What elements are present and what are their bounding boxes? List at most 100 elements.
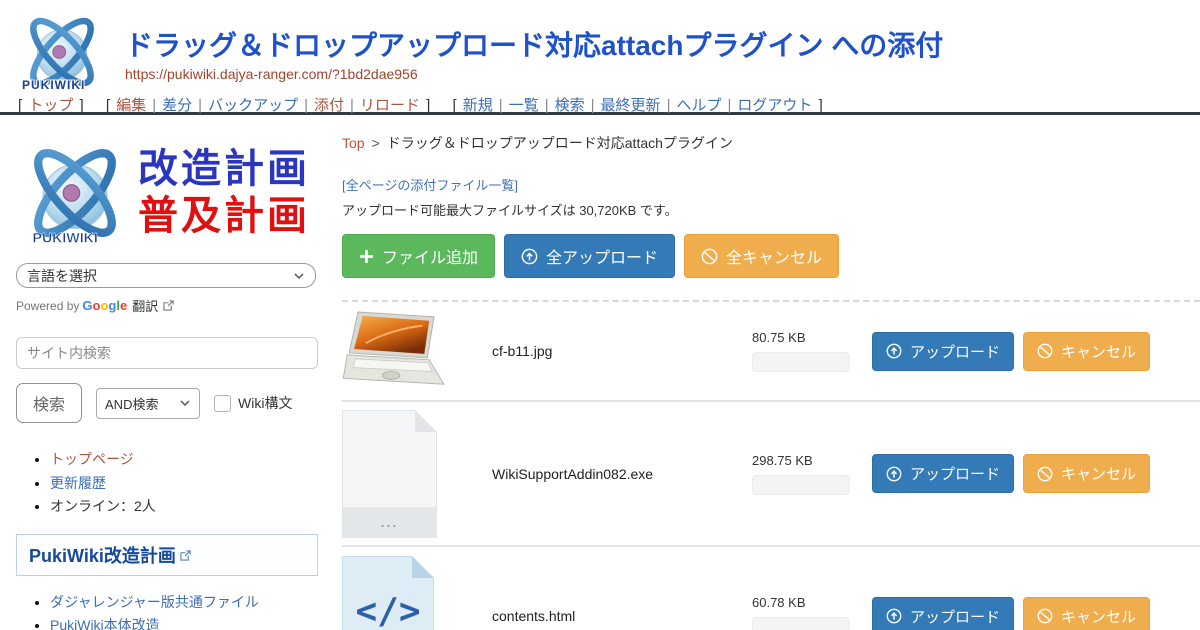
breadcrumb-separator: > (372, 135, 380, 151)
page-url[interactable]: https://pukiwiki.dajya-ranger.com/?1bd2d… (125, 66, 418, 82)
upload-toolbar: ファイル追加 全アップロード 全キャンセル (342, 234, 1200, 278)
search-mode-value: AND検索 (105, 394, 158, 413)
fukyu-keikaku-text: 普及計画 (138, 193, 310, 240)
file-thumbnail: ... (342, 410, 492, 538)
nav-separator: | (304, 97, 308, 114)
nav-separator: | (667, 97, 671, 114)
cancel-button[interactable]: キャンセル (1023, 597, 1150, 630)
nav-link-backup[interactable]: バックアップ (208, 97, 298, 114)
chevron-down-icon (179, 397, 191, 409)
external-link-icon (180, 550, 191, 561)
breadcrumb: Top > ドラッグ＆ドロップアップロード対応attachプラグイン (342, 133, 1200, 153)
breadcrumb-home-link[interactable]: Top (342, 135, 365, 151)
nav-link-diff[interactable]: 差分 (162, 97, 192, 114)
bracket: ] (426, 97, 430, 114)
nav-separator: | (198, 97, 202, 114)
sidebar-link-history[interactable]: 更新履歴 (50, 475, 106, 491)
search-mode-select[interactable]: AND検索 (96, 388, 200, 419)
file-size: 60.78 KB (752, 595, 872, 610)
nav-group-top: [ トップ ] (16, 97, 86, 114)
sidebar-link-core-mod[interactable]: PukiWiki本体改造 (50, 617, 160, 630)
file-size: 298.75 KB (752, 453, 872, 468)
plus-icon (359, 249, 374, 264)
nav-link-top[interactable]: トップ (28, 97, 73, 114)
powered-by-text: Powered by (16, 299, 79, 313)
google-translate-attribution: Powered by Google 翻訳 (16, 296, 332, 315)
bracket: ] (80, 97, 84, 114)
sidebar-nav-links: ダジャレンジャー版共通ファイル PukiWiki本体改造 PukiWikiテキス… (50, 592, 332, 630)
cancel-button[interactable]: キャンセル (1023, 454, 1150, 493)
wiki-syntax-checkbox[interactable] (214, 395, 231, 412)
nav-separator: | (727, 97, 731, 114)
nav-link-edit[interactable]: 編集 (116, 97, 146, 114)
nav-separator: | (545, 97, 549, 114)
breadcrumb-current: ドラッグ＆ドロップアップロード対応attachプラグイン (387, 135, 733, 151)
pukiwiki-attach-page: PUKIWIKI ドラッグ＆ドロップアップロード対応attachプラグイン への… (0, 0, 1200, 630)
site-search-input[interactable] (16, 337, 318, 369)
nav-link-search[interactable]: 検索 (555, 97, 585, 114)
nav-link-help[interactable]: ヘルプ (676, 97, 721, 114)
add-file-button[interactable]: ファイル追加 (342, 234, 495, 278)
nav-link-logout[interactable]: ログアウト (737, 97, 812, 114)
ban-icon (1037, 343, 1053, 359)
search-button[interactable]: 検索 (16, 383, 82, 423)
nav-link-attach[interactable]: 添付 (314, 97, 344, 114)
bracket: [ (452, 97, 456, 114)
cancel-button[interactable]: キャンセル (1023, 332, 1150, 371)
nav-separator: | (152, 97, 156, 114)
nav-link-recent[interactable]: 最終更新 (601, 97, 661, 114)
sidebar-logo[interactable]: PUKIWIKI 改造計画 普及計画 (16, 129, 332, 257)
language-select[interactable]: 言語を選択 (16, 263, 316, 288)
search-controls: 検索 AND検索 Wiki構文 (16, 383, 332, 423)
upload-all-button[interactable]: 全アップロード (504, 234, 675, 278)
upload-circle-icon (886, 608, 902, 624)
translate-label[interactable]: 翻訳 (132, 296, 158, 315)
upload-button[interactable]: アップロード (872, 454, 1014, 493)
bracket: ] (819, 97, 823, 114)
page-fold (412, 556, 434, 578)
cancel-all-button[interactable]: 全キャンセル (684, 234, 839, 278)
all-attachments-link[interactable]: [全ページの添付ファイル一覧] (342, 175, 518, 194)
file-name: contents.html (492, 608, 752, 624)
code-glyph: </> (343, 591, 433, 630)
ban-icon (701, 248, 718, 265)
nav-group-page: [ 編集|差分|バックアップ|添付|リロード ] (104, 97, 432, 114)
nav-group-site: [ 新規|一覧|検索|最終更新|ヘルプ|ログアウト ] (450, 97, 824, 114)
sidebar: PUKIWIKI 改造計画 普及計画 言語を選択 Powered by Goog… (0, 115, 332, 630)
cancel-label: キャンセル (1061, 606, 1136, 627)
upload-file-list: cf-b11.jpg 80.75 KB アップロード キャンセル (342, 300, 1200, 630)
nav-link-reload[interactable]: リロード (360, 97, 420, 114)
file-thumbnail: </> (342, 556, 492, 630)
nav-link-new[interactable]: 新規 (463, 97, 493, 114)
google-letter: e (120, 298, 127, 313)
list-item: ダジャレンジャー版共通ファイル (50, 592, 332, 612)
upload-progress-bar (752, 475, 850, 495)
google-logo: Google (82, 298, 127, 313)
sidebar-section-header[interactable]: PukiWiki改造計画 (16, 534, 318, 576)
max-upload-size-text: アップロード可能最大ファイルサイズは 30,720KB です。 (342, 200, 1200, 219)
sidebar-section-title: PukiWiki改造計画 (29, 542, 176, 568)
nav-separator: | (499, 97, 503, 114)
upload-button[interactable]: アップロード (872, 332, 1014, 371)
nav-link-list[interactable]: 一覧 (509, 97, 539, 114)
sidebar-link-common-files[interactable]: ダジャレンジャー版共通ファイル (50, 594, 259, 610)
page-title: ドラッグ＆ドロップアップロード対応attachプラグイン への添付 (125, 24, 943, 64)
brand-text: PUKIWIKI (33, 231, 98, 247)
list-item: トップページ (50, 449, 332, 471)
upload-label: アップロード (910, 606, 1000, 627)
file-actions: アップロード キャンセル (872, 332, 1200, 371)
external-link-icon (163, 300, 174, 311)
file-row: </> contents.html 60.78 KB アップロード (342, 547, 1200, 630)
file-size-column: 298.75 KB (752, 453, 872, 495)
file-row: cf-b11.jpg 80.75 KB アップロード キャンセル (342, 302, 1200, 402)
upload-button[interactable]: アップロード (872, 597, 1014, 630)
upload-label: アップロード (910, 463, 1000, 484)
file-thumbnail (342, 310, 492, 392)
sidebar-link-toppage[interactable]: トップページ (50, 451, 134, 467)
main-content: Top > ドラッグ＆ドロップアップロード対応attachプラグイン [全ページの添… (332, 115, 1200, 630)
file-size: 80.75 KB (752, 330, 872, 345)
cancel-label: キャンセル (1061, 463, 1136, 484)
upload-label: アップロード (910, 341, 1000, 362)
pukiwiki-atom-logo-icon: PUKIWIKI (16, 134, 134, 252)
upload-progress-bar (752, 617, 850, 630)
